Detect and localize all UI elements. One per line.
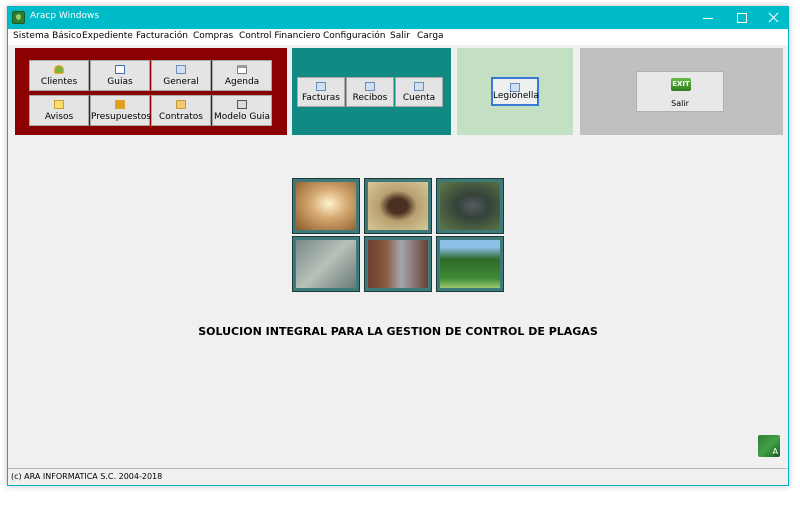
pest-image-grid bbox=[291, 177, 505, 293]
grid-icon bbox=[365, 82, 375, 91]
menu-bar: Sistema Básico Expediente Facturación Co… bbox=[8, 29, 788, 45]
menu-carga[interactable]: Carga bbox=[417, 31, 444, 41]
exit-panel: EXIT Salir bbox=[580, 48, 783, 135]
cuenta-button[interactable]: Cuenta bbox=[395, 77, 443, 107]
cube-logo-icon bbox=[758, 435, 780, 457]
menu-facturacion[interactable]: Facturación bbox=[136, 31, 188, 41]
recibos-button[interactable]: Recibos bbox=[346, 77, 394, 107]
calendar-icon bbox=[237, 65, 247, 74]
main-toolbar-panel: Clientes Guias General Agenda Avisos Pre… bbox=[15, 48, 287, 135]
menu-sistema-basico[interactable]: Sistema Básico bbox=[13, 31, 81, 41]
salir-button[interactable]: EXIT Salir bbox=[636, 71, 724, 112]
tagline: SOLUCION INTEGRAL PARA LA GESTION DE CON… bbox=[198, 325, 598, 338]
general-button[interactable]: General bbox=[151, 60, 211, 91]
menu-configuracion[interactable]: Configuración bbox=[323, 31, 385, 41]
user-icon bbox=[54, 65, 64, 74]
copyright-text: (c) ARA INFORMATICA S.C. 2004-2018 bbox=[11, 472, 163, 481]
presupuestos-button[interactable]: Presupuestos bbox=[90, 95, 151, 126]
exit-icon: EXIT bbox=[671, 78, 691, 91]
printer-icon bbox=[237, 100, 247, 109]
grid-icon bbox=[414, 82, 424, 91]
avisos-button[interactable]: Avisos bbox=[29, 95, 89, 126]
cockroach-image[interactable] bbox=[364, 178, 432, 234]
menu-compras[interactable]: Compras bbox=[193, 31, 233, 41]
note-icon bbox=[54, 100, 64, 109]
rat-image[interactable] bbox=[436, 178, 504, 234]
document-icon bbox=[115, 65, 125, 74]
tree-image[interactable] bbox=[436, 236, 504, 292]
minimize-icon[interactable] bbox=[690, 7, 726, 29]
window-title: Aracp Windows bbox=[30, 11, 100, 21]
mouse-image[interactable] bbox=[292, 236, 360, 292]
app-window: Aracp Windows Sistema Básico Expediente … bbox=[7, 6, 789, 486]
folder-icon bbox=[176, 100, 186, 109]
modelo-guia-button[interactable]: Modelo Guia bbox=[212, 95, 272, 126]
termite-image[interactable] bbox=[292, 178, 360, 234]
maximize-icon[interactable] bbox=[724, 7, 760, 29]
contratos-button[interactable]: Contratos bbox=[151, 95, 211, 126]
menu-control-financiero[interactable]: Control Financiero bbox=[239, 31, 320, 41]
facturas-button[interactable]: Facturas bbox=[297, 77, 345, 107]
guias-button[interactable]: Guias bbox=[90, 60, 150, 91]
app-icon bbox=[12, 11, 25, 24]
clientes-button[interactable]: Clientes bbox=[29, 60, 89, 91]
close-icon[interactable] bbox=[756, 7, 792, 29]
title-bar[interactable]: Aracp Windows bbox=[8, 7, 788, 29]
grid-icon bbox=[316, 82, 326, 91]
pencil-icon bbox=[115, 100, 125, 109]
menu-expediente[interactable]: Expediente bbox=[82, 31, 133, 41]
legionella-button[interactable]: Legionella bbox=[491, 77, 539, 106]
grid-icon bbox=[176, 65, 186, 74]
agenda-button[interactable]: Agenda bbox=[212, 60, 272, 91]
status-bar: (c) ARA INFORMATICA S.C. 2004-2018 bbox=[8, 468, 788, 485]
pigeon-image[interactable] bbox=[364, 236, 432, 292]
menu-salir[interactable]: Salir bbox=[390, 31, 410, 41]
legionella-panel: Legionella bbox=[457, 48, 573, 135]
billing-toolbar-panel: Facturas Recibos Cuenta bbox=[292, 48, 451, 135]
